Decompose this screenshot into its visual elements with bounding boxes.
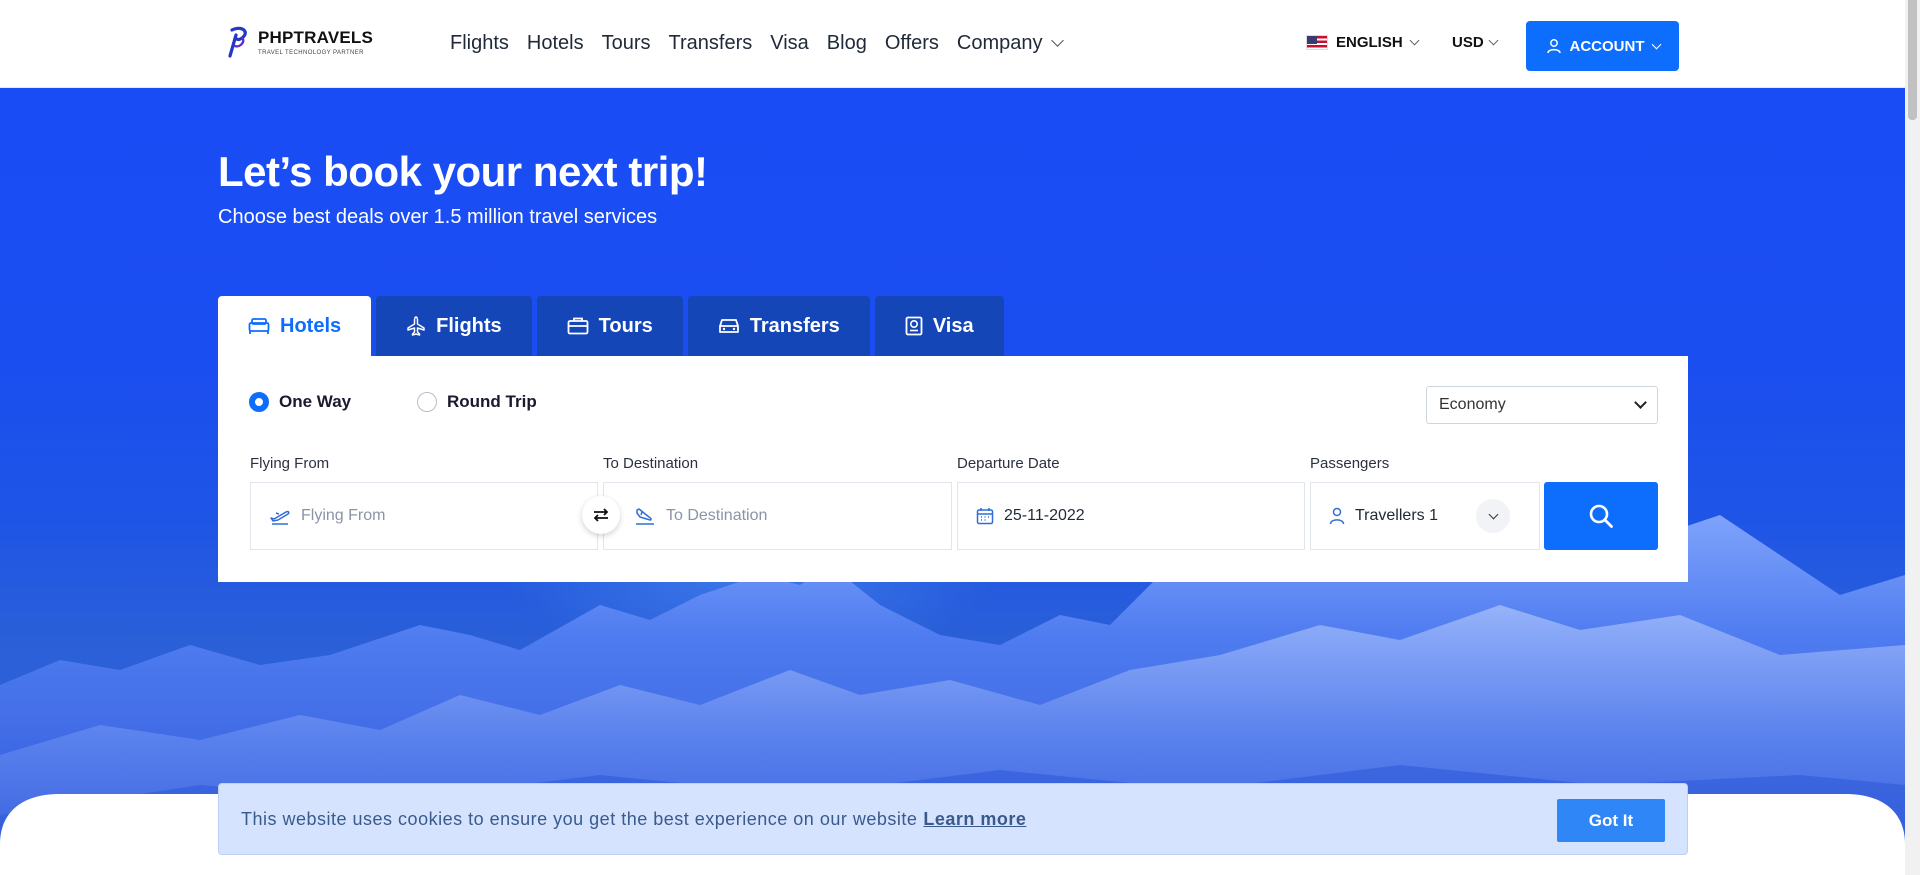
logo-icon xyxy=(228,26,247,58)
swap-button[interactable] xyxy=(582,496,620,534)
flying-from-placeholder: Flying From xyxy=(301,507,386,524)
site-header: PHPTRAVELS TRAVEL TECHNOLOGY PARTNER Fli… xyxy=(0,0,1905,88)
tab-transfers-label: Transfers xyxy=(749,314,840,337)
bed-icon xyxy=(248,318,270,334)
search-icon xyxy=(1589,504,1613,528)
travellers-dropdown-toggle[interactable] xyxy=(1476,499,1510,533)
learn-more-link[interactable]: Learn more xyxy=(923,809,1026,830)
travellers-value: Travellers 1 xyxy=(1355,507,1438,524)
chevron-down-icon xyxy=(1050,34,1064,47)
radio-unselected-icon xyxy=(417,392,437,412)
scrollbar-thumb[interactable] xyxy=(1908,0,1917,120)
us-flag-icon xyxy=(1306,35,1328,50)
hero-title: Let’s book your next trip! xyxy=(218,148,708,195)
account-button[interactable]: ACCOUNT xyxy=(1526,21,1679,71)
tab-visa-label: Visa xyxy=(932,314,974,337)
currency-label: USD xyxy=(1452,34,1484,51)
one-way-radio[interactable]: One Way xyxy=(249,392,351,412)
plane-landing-icon xyxy=(636,508,654,525)
cabin-class-select[interactable]: Economy xyxy=(1426,386,1658,424)
tab-hotels-label: Hotels xyxy=(280,314,342,337)
tab-tours-label: Tours xyxy=(598,314,653,337)
car-icon xyxy=(718,319,739,333)
language-selector[interactable]: ENGLISH xyxy=(1306,34,1420,51)
tab-flights-label: Flights xyxy=(436,314,502,337)
language-label: ENGLISH xyxy=(1336,34,1403,51)
one-way-label: One Way xyxy=(279,392,352,411)
user-icon xyxy=(1546,39,1561,54)
passport-icon xyxy=(905,316,923,336)
currency-selector[interactable]: USD xyxy=(1452,34,1499,51)
nav-flights[interactable]: Flights xyxy=(450,30,509,56)
nav-blog[interactable]: Blog xyxy=(827,30,867,56)
tab-flights[interactable]: Flights xyxy=(376,296,532,356)
departure-date-input[interactable]: 25-11-2022 xyxy=(957,482,1305,550)
account-label: ACCOUNT xyxy=(1569,37,1645,55)
search-form: One Way Round Trip Economy Flying From T… xyxy=(218,356,1688,582)
radio-selected-icon xyxy=(249,392,269,412)
to-destination-label: To Destination xyxy=(603,455,699,472)
tab-visa[interactable]: Visa xyxy=(874,296,1004,356)
nav-hotels[interactable]: Hotels xyxy=(527,30,584,56)
suitcase-icon xyxy=(567,317,589,335)
chevron-down-icon xyxy=(1634,396,1647,409)
flying-from-input[interactable]: Flying From xyxy=(250,482,598,550)
round-trip-label: Round Trip xyxy=(447,392,537,411)
chevron-down-icon xyxy=(1488,35,1499,46)
search-button[interactable] xyxy=(1544,482,1658,550)
nav-transfers[interactable]: Transfers xyxy=(669,30,753,56)
tab-transfers[interactable]: Transfers xyxy=(687,296,870,356)
cookie-message: This website uses cookies to ensure you … xyxy=(241,808,918,829)
search-tabs: Hotels Flights Tours Transfers Visa xyxy=(218,296,1004,356)
nav-company[interactable]: Company xyxy=(956,30,1064,56)
to-destination-placeholder: To Destination xyxy=(666,507,768,524)
chevron-down-icon xyxy=(1409,35,1420,46)
brand-tagline: TRAVEL TECHNOLOGY PARTNER xyxy=(258,49,364,56)
departure-date-label: Departure Date xyxy=(957,455,1060,472)
swap-arrows-icon xyxy=(593,508,609,522)
plane-takeoff-icon xyxy=(270,510,290,525)
tab-hotels[interactable]: Hotels xyxy=(218,296,372,356)
chevron-down-icon xyxy=(1488,509,1498,519)
tab-tours[interactable]: Tours xyxy=(536,296,683,356)
flying-from-label: Flying From xyxy=(250,455,330,472)
user-icon xyxy=(1329,507,1345,525)
calendar-icon xyxy=(976,508,994,525)
to-destination-input[interactable]: To Destination xyxy=(603,482,952,550)
chevron-down-icon xyxy=(1651,39,1661,49)
main-nav: Flights Hotels Tours Transfers Visa Blog… xyxy=(450,30,1080,56)
cookie-banner: This website uses cookies to ensure you … xyxy=(218,783,1688,855)
cabin-class-value: Economy xyxy=(1439,396,1506,413)
passengers-label: Passengers xyxy=(1310,455,1390,472)
nav-company-label: Company xyxy=(956,32,1043,54)
round-trip-radio[interactable]: Round Trip xyxy=(417,392,537,412)
nav-tours[interactable]: Tours xyxy=(602,30,651,56)
plane-icon xyxy=(407,316,425,336)
logo[interactable]: PHPTRAVELS TRAVEL TECHNOLOGY PARTNER xyxy=(226,26,373,58)
nav-offers[interactable]: Offers xyxy=(885,30,939,56)
hero-subtitle: Choose best deals over 1.5 million trave… xyxy=(218,206,658,228)
got-it-button[interactable]: Got It xyxy=(1557,799,1665,842)
nav-visa[interactable]: Visa xyxy=(770,30,809,56)
page-scrollbar[interactable] xyxy=(1905,0,1920,875)
departure-date-value: 25-11-2022 xyxy=(1004,507,1085,524)
brand-name: PHPTRAVELS xyxy=(258,27,374,47)
